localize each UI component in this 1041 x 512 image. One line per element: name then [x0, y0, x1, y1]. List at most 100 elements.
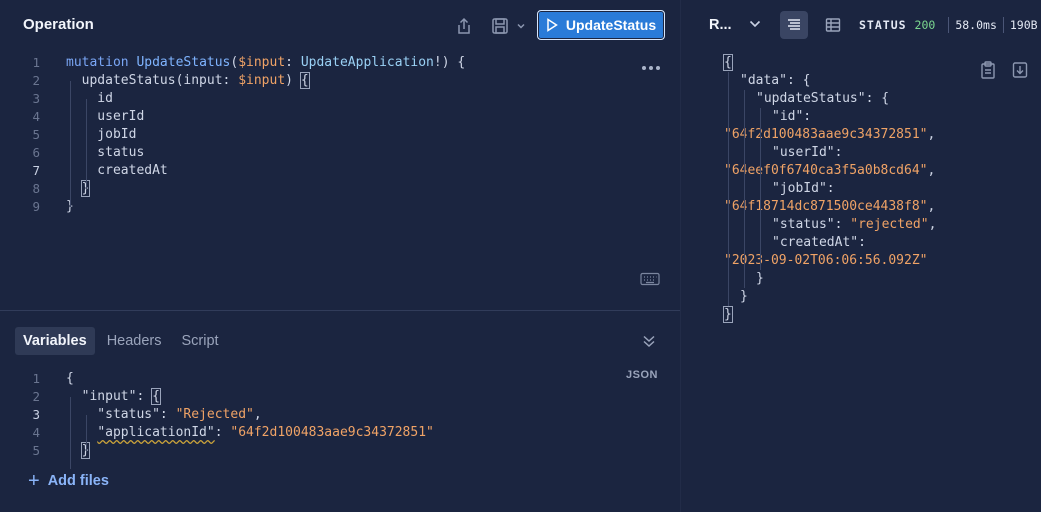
response-line: } — [723, 306, 733, 324]
code-token: "status": — [772, 217, 851, 232]
code-token: : — [285, 55, 301, 70]
response-line: "updateStatus": { — [756, 90, 889, 108]
operation-header: Operation UpdateStatus — [0, 0, 680, 52]
code-line: 2 "input": { — [0, 388, 680, 406]
code-token: , — [927, 163, 936, 178]
code-token: "rejected" — [850, 217, 929, 232]
save-button[interactable] — [488, 13, 530, 39]
response-title: R... — [709, 17, 732, 33]
code-token: } — [740, 289, 748, 304]
add-files-label: Add files — [47, 473, 109, 489]
code-text: status — [66, 144, 144, 162]
chevron-down-icon — [517, 23, 525, 29]
line-number: 5 — [32, 443, 40, 458]
code-token: jobId — [66, 127, 137, 142]
keyboard-shortcuts-icon[interactable] — [640, 272, 660, 286]
code-token: userId — [66, 109, 145, 124]
code-token: "64f18714dc871500ce4438f8" — [724, 199, 928, 214]
code-token: { — [151, 388, 161, 405]
code-token: $input — [238, 55, 286, 70]
variables-editor[interactable]: 1{2 "input": {3 "status": "Rejected", 4 "… — [0, 370, 680, 469]
table-icon — [825, 18, 841, 32]
code-text: "applicationId": "64f2d100483aae9c343728… — [66, 424, 434, 442]
line-number: 2 — [32, 73, 40, 88]
line-number: 3 — [32, 91, 40, 106]
code-line: 6 status — [0, 144, 680, 162]
code-line: 8 } — [0, 180, 680, 198]
editor-tabs: Variables Headers Script — [15, 327, 227, 355]
response-line: "id": — [772, 108, 811, 126]
line-number: 7 — [32, 163, 40, 178]
collapse-icon[interactable] — [641, 333, 657, 349]
text-view-button[interactable] — [780, 11, 808, 39]
response-line: "64f2d100483aae9c34372851", — [724, 126, 935, 144]
code-token: , — [927, 127, 936, 142]
table-view-button[interactable] — [819, 11, 847, 39]
code-token: "createdAt": — [772, 235, 866, 250]
code-line: 4 "applicationId": "64f2d100483aae9c3437… — [0, 424, 680, 442]
response-line: } — [740, 288, 748, 306]
more-options-icon[interactable] — [640, 61, 662, 75]
pane-divider[interactable] — [0, 310, 680, 311]
code-line: 3 id — [0, 90, 680, 108]
code-token: "updateStatus": { — [756, 91, 890, 106]
code-text: mutation UpdateStatus($input: UpdateAppl… — [66, 54, 465, 72]
code-line: 7 createdAt — [0, 162, 680, 180]
code-token: { — [723, 54, 733, 71]
code-token: $input — [238, 73, 286, 88]
status-label: STATUS — [859, 18, 907, 32]
line-number: 6 — [32, 145, 40, 160]
play-icon — [547, 18, 558, 32]
response-status: STATUS 200 58.0ms 190B — [859, 17, 1038, 33]
indent-guide — [744, 90, 745, 288]
line-number: 4 — [32, 425, 40, 440]
run-button-label: UpdateStatus — [565, 17, 657, 33]
operation-editor[interactable]: 1 mutation UpdateStatus($input: UpdateApp… — [0, 54, 680, 254]
response-line: "64eef0f6740ca3f5a0b8cd64", — [724, 162, 935, 180]
chevron-down-icon[interactable] — [748, 17, 762, 31]
operation-title: Operation — [23, 16, 94, 33]
indent-guide — [728, 72, 729, 306]
code-token: "status": — [66, 407, 176, 422]
share-button[interactable] — [451, 13, 477, 39]
code-token: { — [299, 72, 310, 89]
code-line: 3 "status": "Rejected", — [0, 406, 680, 424]
response-line: "2023-09-02T06:06:56.092Z" — [724, 252, 928, 270]
code-line: 4 userId — [0, 108, 680, 126]
indent-guide — [760, 108, 761, 270]
code-token: : — [214, 425, 231, 440]
code-token: "Rejected" — [175, 407, 254, 422]
response-line: "jobId": — [772, 180, 835, 198]
code-token: "64eef0f6740ca3f5a0b8cd64" — [724, 163, 928, 178]
code-line: 2 updateStatus(input: $input) { — [0, 72, 680, 90]
code-token: "2023-09-02T06:06:56.092Z" — [724, 253, 928, 268]
indent-guide — [86, 99, 87, 189]
add-files-button[interactable]: + Add files — [28, 471, 109, 491]
code-token: mutation — [66, 55, 137, 70]
tab-headers[interactable]: Headers — [99, 327, 170, 355]
code-text: { — [66, 370, 74, 388]
text-lines-icon — [788, 19, 800, 30]
code-token: "userId": — [772, 145, 843, 160]
code-token: "input": — [66, 389, 153, 404]
code-line: 1 mutation UpdateStatus($input: UpdateApp… — [0, 54, 680, 72]
response-line: { — [723, 54, 733, 72]
code-text: createdAt — [66, 162, 167, 180]
code-token: } — [756, 271, 764, 286]
response-line: "status": "rejected", — [772, 216, 936, 234]
code-line: 5 } — [0, 442, 680, 460]
status-code: 200 — [914, 18, 936, 32]
response-body[interactable]: {"data": {"updateStatus": {"id": "64f2d10… — [681, 54, 1041, 344]
code-token: , — [253, 407, 262, 422]
code-token: { — [66, 371, 74, 386]
indent-guide — [70, 81, 71, 207]
line-number: 9 — [32, 199, 40, 214]
status-separator — [948, 17, 950, 33]
response-line: "createdAt": — [772, 234, 866, 252]
response-pane: R... STATUS 200 58.0ms 190B {"data": {"u… — [680, 0, 1041, 512]
run-operation-button[interactable]: UpdateStatus — [537, 10, 665, 40]
code-line: 1{ — [0, 370, 680, 388]
tab-script[interactable]: Script — [174, 327, 227, 355]
status-separator — [1002, 17, 1004, 33]
tab-variables[interactable]: Variables — [15, 327, 95, 355]
